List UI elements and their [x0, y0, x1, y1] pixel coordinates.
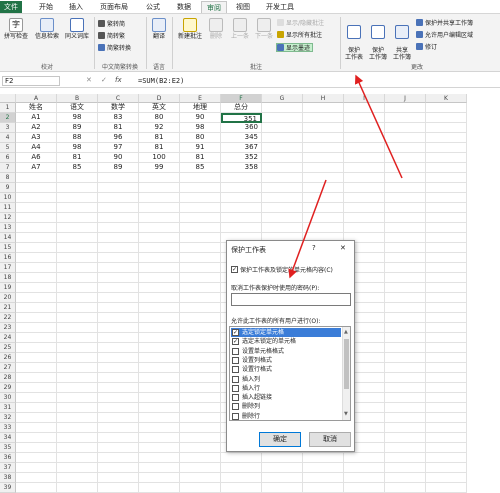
annotation-arrows	[288, 74, 403, 279]
arrow-to-protect-sheet	[354, 74, 403, 179]
arrow-to-dialog	[288, 179, 327, 279]
